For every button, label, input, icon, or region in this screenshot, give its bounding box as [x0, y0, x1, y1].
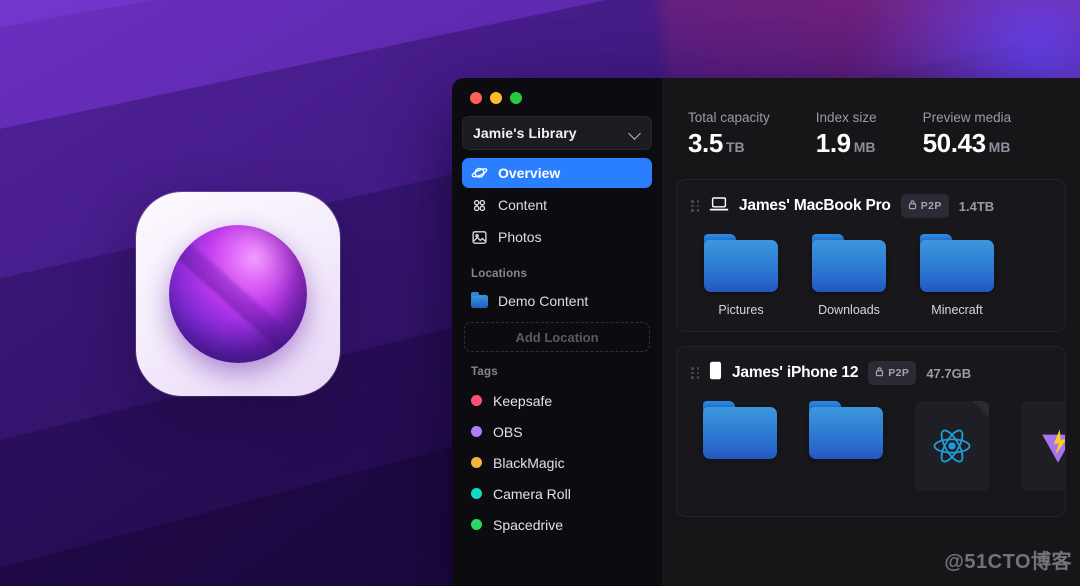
device-card-iphone-12: James' iPhone 12 P2P 47.7GB — [676, 346, 1066, 517]
minimize-button[interactable] — [490, 92, 502, 104]
item-label: Pictures — [718, 303, 763, 317]
spacedrive-window: Jamie's Library Overview Content — [452, 78, 1080, 586]
item-label: Minecraft — [931, 303, 982, 317]
stat-unit: MB — [854, 139, 876, 155]
sidebar-item-content[interactable]: Content — [462, 190, 652, 220]
drag-handle[interactable] — [691, 200, 699, 212]
grid-dots-icon — [471, 197, 488, 214]
tag-color-dot — [471, 519, 482, 530]
react-icon — [915, 401, 989, 491]
phone-icon — [709, 361, 722, 385]
sidebar-tag-obs[interactable]: OBS — [462, 416, 652, 447]
locations-section-title: Locations — [462, 254, 652, 287]
list-item[interactable]: Minecraft — [919, 234, 995, 317]
tag-color-dot — [471, 426, 482, 437]
sidebar-tag-keepsafe[interactable]: Keepsafe — [462, 385, 652, 416]
tags-section-title: Tags — [462, 352, 652, 385]
folder-icon — [703, 401, 777, 459]
folder-icon — [812, 234, 886, 292]
sidebar: Jamie's Library Overview Content — [452, 78, 662, 586]
stats-row: Total capacity 3.5TB Index size 1.9MB Pr… — [662, 78, 1080, 179]
folder-icon — [809, 401, 883, 459]
sidebar-location-demo-content[interactable]: Demo Content — [462, 287, 652, 315]
device-header: James' iPhone 12 P2P 47.7GB — [677, 347, 1065, 393]
device-size: 47.7GB — [926, 366, 971, 381]
stat-label: Preview media — [923, 110, 1012, 125]
vite-icon — [1021, 401, 1066, 491]
stat-unit: MB — [989, 139, 1011, 155]
stat-number: 50.43 — [923, 128, 986, 158]
status-badge: P2P — [901, 194, 949, 218]
tag-color-dot — [471, 457, 482, 468]
laptop-icon — [709, 196, 729, 217]
library-switcher[interactable]: Jamie's Library — [462, 116, 652, 150]
stat-value: 50.43MB — [923, 128, 1012, 159]
list-item[interactable]: Pictures — [703, 234, 779, 317]
app-icon-sphere — [169, 225, 307, 363]
list-item[interactable] — [809, 401, 883, 502]
image-icon — [471, 229, 488, 246]
main-panel: Total capacity 3.5TB Index size 1.9MB Pr… — [662, 78, 1080, 586]
list-item[interactable] — [1021, 401, 1066, 502]
tag-label: Keepsafe — [493, 393, 552, 409]
device-cards: James' MacBook Pro P2P 1.4TB — [662, 179, 1080, 517]
add-location-button[interactable]: Add Location — [464, 322, 650, 352]
sidebar-item-photos[interactable]: Photos — [462, 222, 652, 252]
device-name: James' iPhone 12 — [732, 364, 858, 382]
lock-icon — [875, 364, 884, 382]
sidebar-tag-camera-roll[interactable]: Camera Roll — [462, 478, 652, 509]
device-card-macbook-pro: James' MacBook Pro P2P 1.4TB — [676, 179, 1066, 332]
sidebar-tag-blackmagic[interactable]: BlackMagic — [462, 447, 652, 478]
list-item[interactable] — [703, 401, 777, 502]
tag-label: Spacedrive — [493, 517, 563, 533]
stat-index-size: Index size 1.9MB — [816, 110, 877, 159]
folder-icon — [471, 295, 488, 308]
device-items — [677, 393, 1065, 516]
sidebar-item-label: Content — [498, 197, 547, 213]
library-name: Jamie's Library — [473, 125, 577, 141]
folder-icon — [920, 234, 994, 292]
stat-number: 3.5 — [688, 128, 723, 158]
list-item[interactable] — [915, 401, 989, 502]
stat-number: 1.9 — [816, 128, 851, 158]
sidebar-item-label: Overview — [498, 165, 560, 181]
stat-unit: TB — [726, 139, 745, 155]
sidebar-item-overview[interactable]: Overview — [462, 158, 652, 188]
tag-label: BlackMagic — [493, 455, 565, 471]
device-size: 1.4TB — [959, 199, 994, 214]
spacedrive-app-icon[interactable] — [136, 192, 340, 396]
status-badge: P2P — [868, 361, 916, 385]
folder-icon — [704, 234, 778, 292]
planet-icon — [471, 165, 488, 182]
sidebar-tag-spacedrive[interactable]: Spacedrive — [462, 509, 652, 540]
stat-label: Total capacity — [688, 110, 770, 125]
stat-value: 3.5TB — [688, 128, 770, 159]
tag-color-dot — [471, 395, 482, 406]
device-name: James' MacBook Pro — [739, 197, 891, 215]
stat-label: Index size — [816, 110, 877, 125]
close-button[interactable] — [470, 92, 482, 104]
badge-label: P2P — [888, 367, 909, 379]
device-items: Pictures Downloads Minecraft — [677, 226, 1065, 331]
list-item[interactable]: Downloads — [811, 234, 887, 317]
drag-handle[interactable] — [691, 367, 699, 379]
tag-color-dot — [471, 488, 482, 499]
window-controls — [462, 78, 652, 114]
sidebar-item-label: Photos — [498, 229, 542, 245]
device-header: James' MacBook Pro P2P 1.4TB — [677, 180, 1065, 226]
stat-total-capacity: Total capacity 3.5TB — [688, 110, 770, 159]
stat-preview-media: Preview media 50.43MB — [923, 110, 1012, 159]
tag-label: Camera Roll — [493, 486, 571, 502]
badge-label: P2P — [921, 200, 942, 212]
chevron-down-icon — [629, 127, 641, 139]
tag-label: OBS — [493, 424, 523, 440]
item-label: Downloads — [818, 303, 880, 317]
location-label: Demo Content — [498, 293, 588, 309]
maximize-button[interactable] — [510, 92, 522, 104]
stat-value: 1.9MB — [816, 128, 877, 159]
lock-icon — [908, 197, 917, 215]
